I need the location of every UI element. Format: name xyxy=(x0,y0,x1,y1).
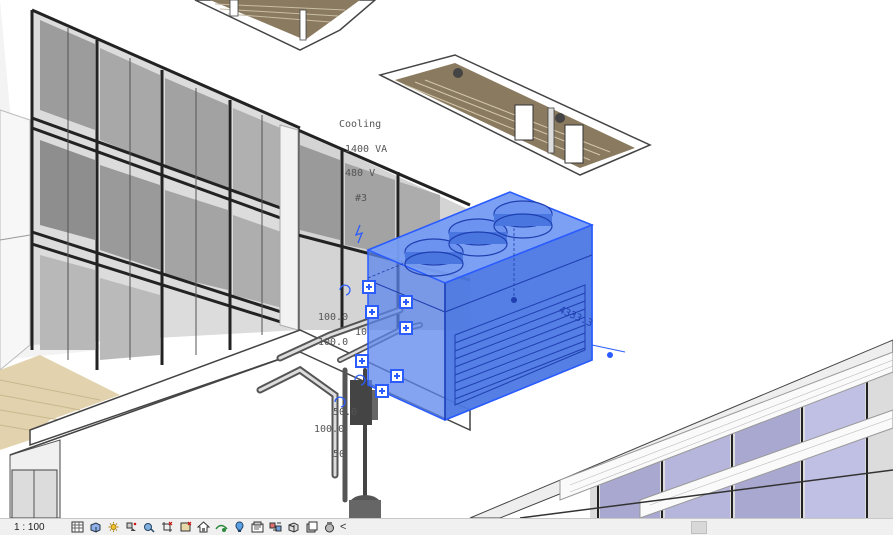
reveal-constraints-icon[interactable] xyxy=(322,521,336,534)
tag-dim-lower-c: 50 xyxy=(333,449,345,460)
tag-dim-lower-b: 100.0 xyxy=(314,424,344,435)
temporary-hide-isolate-icon[interactable] xyxy=(214,521,228,534)
scrollbar-thumb[interactable] xyxy=(691,520,707,534)
curtain-wall-left xyxy=(30,8,301,370)
worksharing-display-icon[interactable] xyxy=(268,521,282,534)
collapse-bar-button[interactable]: < xyxy=(340,521,350,533)
temporary-view-properties-icon[interactable] xyxy=(250,521,264,534)
detail-level-icon[interactable] xyxy=(70,521,84,534)
origin-grip[interactable] xyxy=(511,297,517,303)
dimension-grip[interactable] xyxy=(607,352,613,358)
crop-view-icon[interactable] xyxy=(160,521,174,534)
visual-style-icon[interactable] xyxy=(88,521,102,534)
show-crop-region-icon[interactable] xyxy=(178,521,192,534)
skylight-top xyxy=(194,0,377,51)
building-wall-corner xyxy=(0,109,31,371)
highlight-displacement-icon[interactable] xyxy=(304,521,318,534)
view-control-bar: 1 : 100 < xyxy=(0,518,893,535)
horizontal-scrollbar[interactable] xyxy=(350,519,893,536)
wood-floor xyxy=(0,355,120,450)
sun-path-icon[interactable] xyxy=(106,521,120,534)
unlocked-3d-view-icon[interactable] xyxy=(196,521,210,534)
tag-dim-mid: 10 xyxy=(355,327,367,338)
tag-dim-lower-a: 50.0 xyxy=(333,407,357,418)
tag-dim-upper-b: 100.0 xyxy=(318,337,348,348)
3d-viewport[interactable]: Cooling 1400 VA 480 V #3 100.0 100.0 10 … xyxy=(0,0,893,518)
tag-cooling: Cooling xyxy=(339,119,381,130)
tag-voltage: 480 V xyxy=(345,168,375,179)
skylight-middle xyxy=(377,54,652,176)
tag-circuit: #3 xyxy=(355,193,367,204)
analytical-model-icon[interactable] xyxy=(286,521,300,534)
view-scale[interactable]: 1 : 100 xyxy=(0,522,68,533)
tag-dim-upper: 100.0 xyxy=(318,312,348,323)
reveal-hidden-elements-icon[interactable] xyxy=(232,521,246,534)
show-rendering-icon[interactable] xyxy=(142,521,156,534)
shadows-icon[interactable] xyxy=(124,521,138,534)
tag-va: 1400 VA xyxy=(345,144,387,155)
